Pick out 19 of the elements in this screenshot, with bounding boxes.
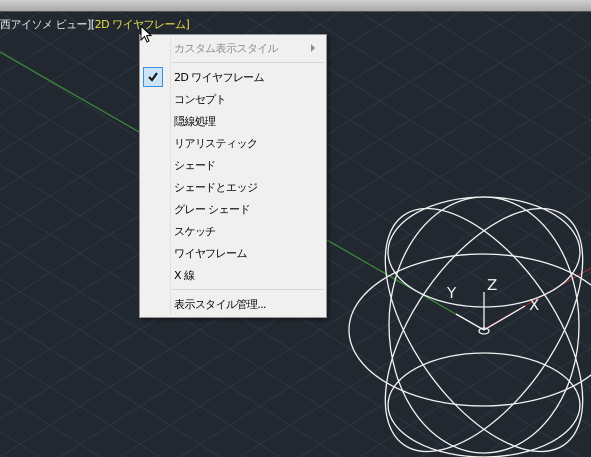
axis-label: Z: [487, 276, 498, 294]
axis-label: Y: [447, 284, 456, 302]
ucs-icon: [456, 292, 526, 335]
menu-item[interactable]: スケッチ: [140, 220, 326, 242]
checkmark-icon: [143, 67, 163, 87]
submenu-arrow-icon: [311, 44, 316, 52]
menu-item[interactable]: ワイヤフレーム: [140, 242, 326, 264]
menu-item[interactable]: X 線: [140, 264, 326, 286]
menu-item[interactable]: リアリスティック: [140, 132, 326, 154]
menu-item[interactable]: シェードとエッジ: [140, 176, 326, 198]
menu-item[interactable]: シェード: [140, 154, 326, 176]
menu-item[interactable]: 表示スタイル管理...: [140, 293, 326, 315]
menu-item[interactable]: グレー シェード: [140, 198, 326, 220]
view-name[interactable]: 西アイソメ ビュー][: [0, 18, 95, 31]
menu-item[interactable]: コンセプト: [140, 88, 326, 110]
menu-item[interactable]: 隠線処理: [140, 110, 326, 132]
axis-label: X: [529, 296, 540, 314]
visual-style-name[interactable]: 2D ワイヤフレーム]: [94, 18, 190, 31]
menu-item[interactable]: 2D ワイヤフレーム: [140, 66, 326, 88]
